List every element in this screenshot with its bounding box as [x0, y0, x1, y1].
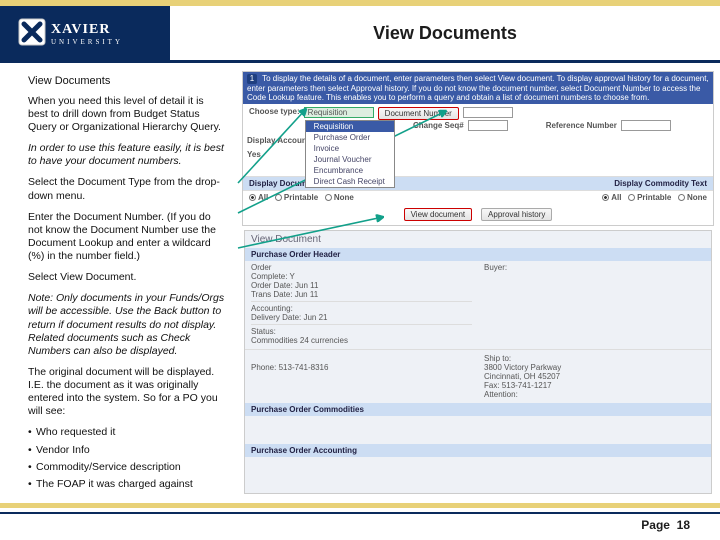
radio-printable[interactable] [275, 194, 282, 201]
result-heading: View Document [245, 231, 711, 248]
ref-number-label: Reference Number [546, 121, 617, 130]
info-banner: 1 To display the details of a document, … [243, 72, 713, 104]
panel-heading: View Documents [28, 75, 226, 89]
screenshot-result: View Document Purchase Order Header Orde… [244, 230, 712, 494]
po-header-bar: Purchase Order Header [245, 248, 711, 261]
instruction-panel: View Documents When you need this level … [0, 63, 236, 503]
list-item: Who requested it [28, 426, 226, 439]
document-number-button[interactable]: Document Number [378, 107, 459, 120]
view-document-button[interactable]: View document [404, 208, 473, 221]
screenshot-form: 1 To display the details of a document, … [242, 71, 714, 226]
paragraph: The original document will be displayed.… [28, 366, 226, 419]
list-item: Commodity/Service description [28, 461, 226, 474]
note: Note: Only documents in your Funds/Orgs … [28, 292, 226, 358]
page-footer: Page 18 [0, 512, 720, 540]
choose-type-label: Choose type: [249, 107, 300, 116]
paragraph: Select the Document Type from the drop-d… [28, 176, 226, 202]
page-label: Page [641, 518, 670, 532]
document-type-menu[interactable]: Requisition Purchase Order Invoice Journ… [305, 120, 395, 188]
radio-none[interactable] [325, 194, 332, 201]
paragraph: Enter the Document Number. (If you do no… [28, 211, 226, 264]
yes-label: Yes [247, 150, 261, 159]
radio-none-2[interactable] [678, 194, 685, 201]
ref-number-input[interactable] [621, 120, 671, 131]
logo: XAVIER UNIVERSITY [0, 6, 170, 60]
document-number-input[interactable] [463, 107, 513, 118]
paragraph: When you need this level of detail it is… [28, 95, 226, 134]
info-icon: 1 [247, 74, 257, 84]
menu-item[interactable]: Requisition [306, 121, 394, 132]
list-item: The FOAP it was charged against [28, 478, 226, 491]
svg-text:XAVIER: XAVIER [51, 22, 110, 37]
po-accounting-bar: Purchase Order Accounting [245, 444, 711, 457]
paragraph: In order to use this feature easily, it … [28, 142, 226, 168]
page-title: View Documents [170, 23, 720, 44]
display-commodity-text-label: Display Commodity Text [614, 179, 707, 188]
list-item: Vendor Info [28, 444, 226, 457]
page-header: XAVIER UNIVERSITY View Documents [0, 6, 720, 63]
menu-item[interactable]: Journal Voucher [306, 154, 394, 165]
paragraph: Select View Document. [28, 271, 226, 284]
radio-all[interactable] [249, 194, 256, 201]
svg-text:UNIVERSITY: UNIVERSITY [51, 38, 123, 46]
change-seq-input[interactable] [468, 120, 508, 131]
menu-item[interactable]: Invoice [306, 143, 394, 154]
approval-history-button[interactable]: Approval history [481, 208, 552, 221]
po-commodities-bar: Purchase Order Commodities [245, 403, 711, 416]
change-seq-label: Change Seq# [413, 121, 464, 130]
radio-printable-2[interactable] [628, 194, 635, 201]
menu-item[interactable]: Purchase Order [306, 132, 394, 143]
menu-item[interactable]: Encumbrance [306, 165, 394, 176]
document-type-select[interactable]: Requisition Requisition Purchase Order I… [304, 107, 374, 118]
screenshot-area: 1 To display the details of a document, … [236, 63, 720, 503]
radio-all-2[interactable] [602, 194, 609, 201]
menu-item[interactable]: Direct Cash Receipt [306, 176, 394, 187]
page-number: 18 [677, 518, 690, 532]
